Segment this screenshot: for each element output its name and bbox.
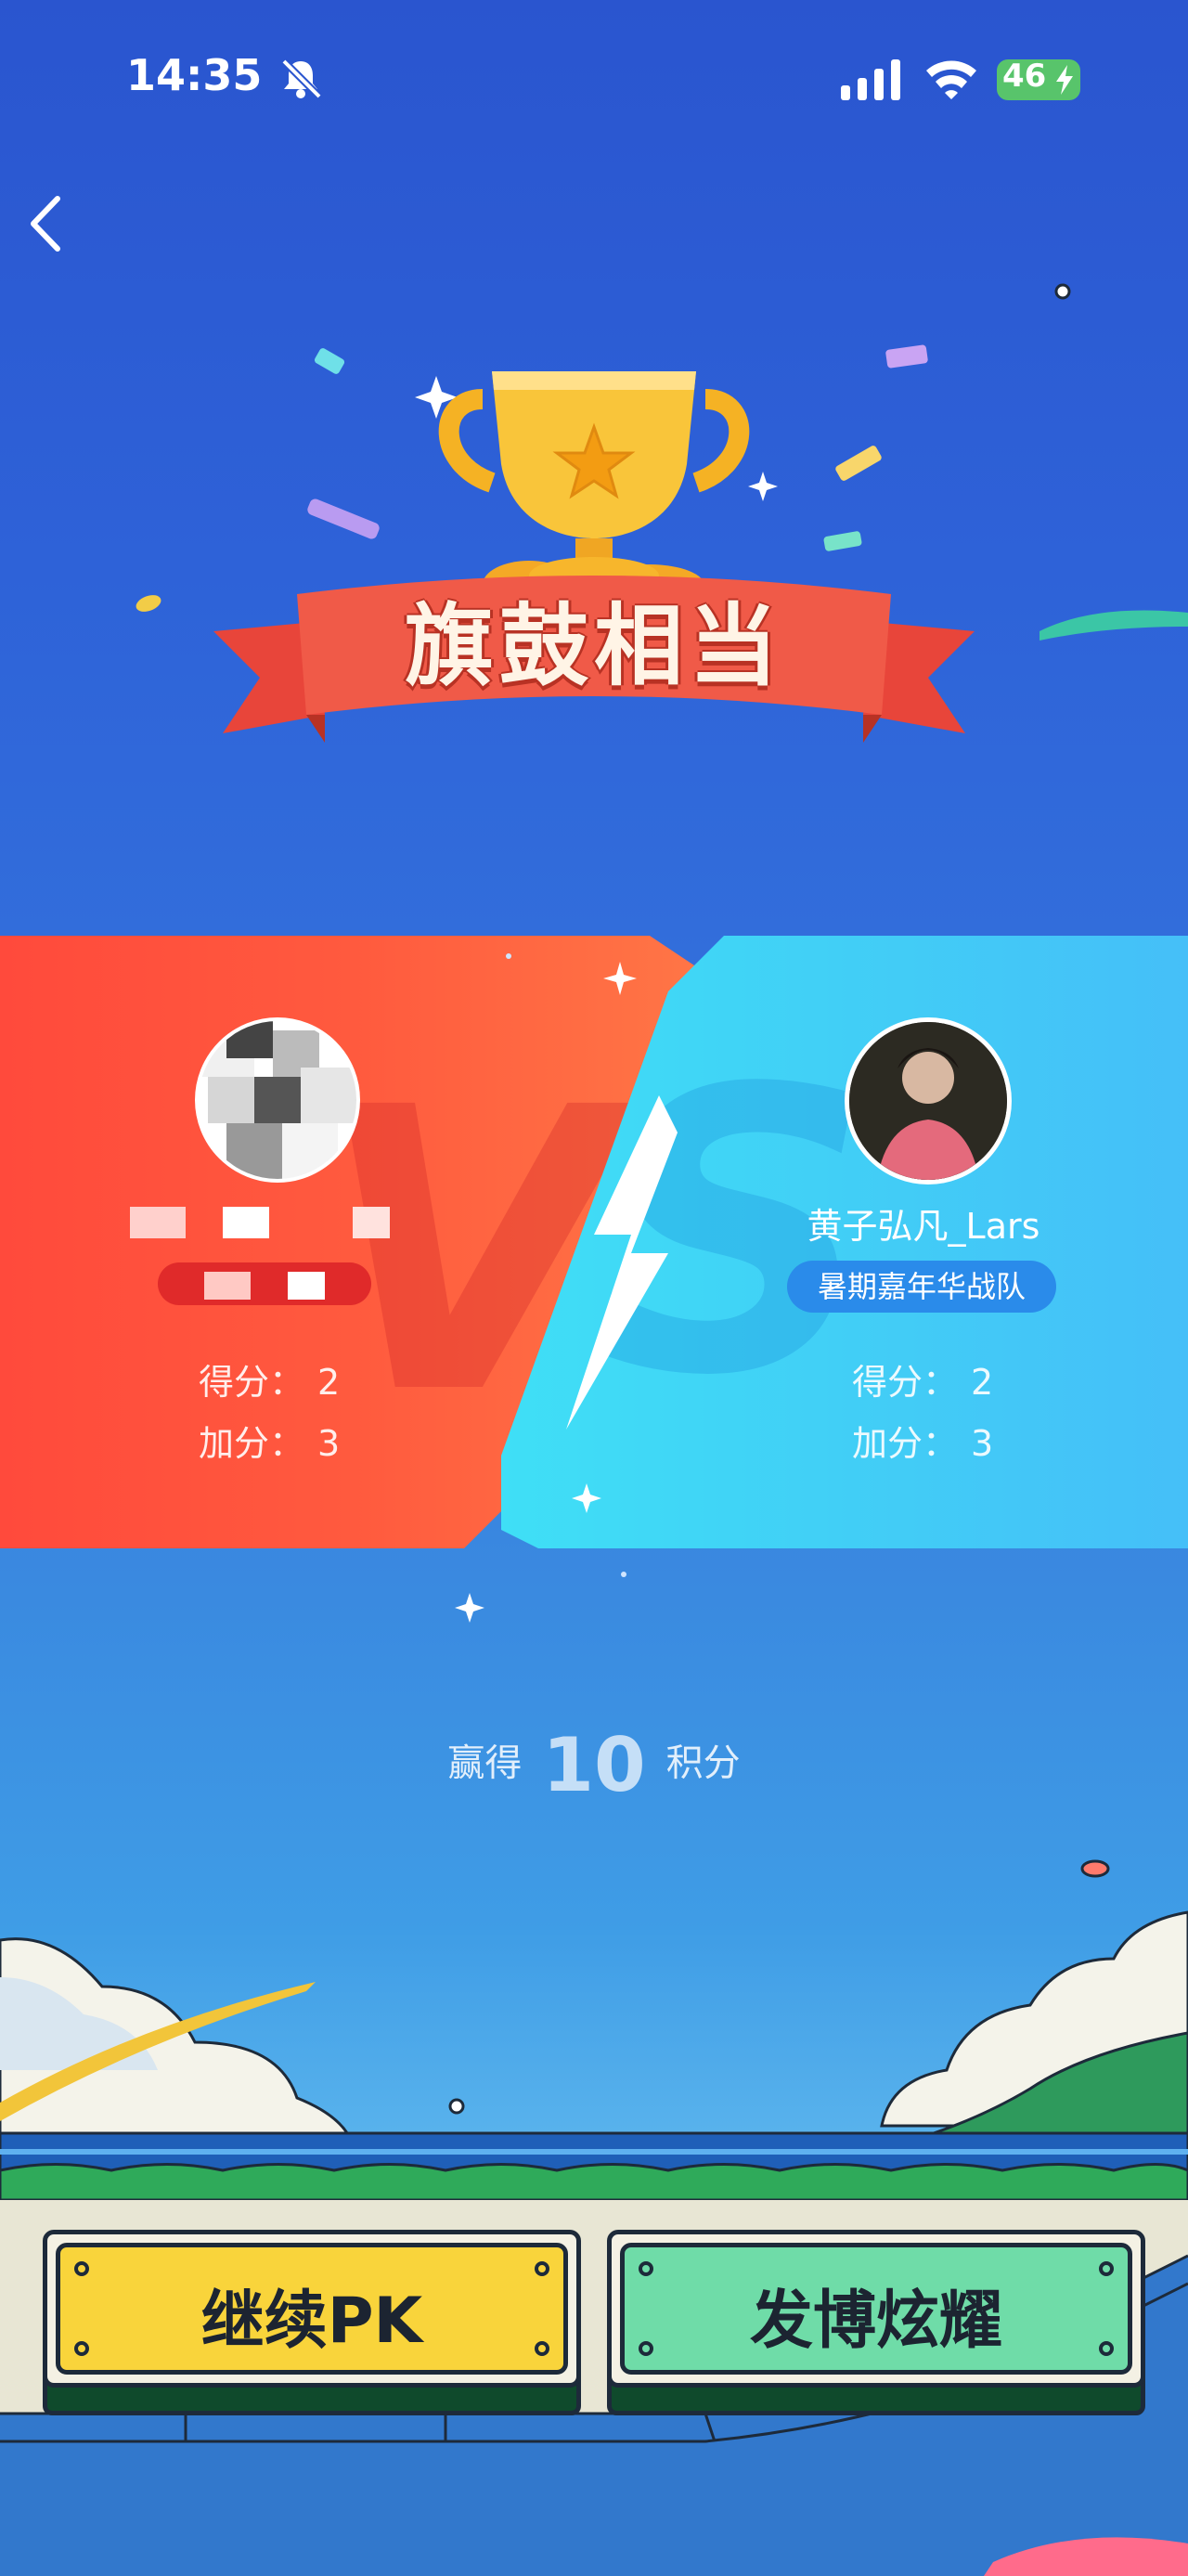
result-title: 旗鼓相当 <box>405 594 783 698</box>
share-weibo-label: 发博炫耀 <box>749 2285 1002 2358</box>
bell-off-icon <box>281 58 322 99</box>
reward-points: 10 <box>542 1722 646 1808</box>
battery-level: 46 <box>1002 58 1047 95</box>
reward-text: 赢得 10 积分 <box>408 1722 780 1808</box>
share-weibo-button[interactable]: 发博炫耀 <box>607 2230 1145 2415</box>
continue-pk-label: 继续PK <box>200 2285 423 2358</box>
wifi-icon <box>926 60 976 99</box>
continue-pk-button[interactable]: 继续PK <box>43 2230 581 2415</box>
pk-result-screen: 14:35 46 旗鼓相当 V 得分： 2 加分： 3 S 黄子弘凡_Lars … <box>0 0 1188 2576</box>
reward-prefix: 赢得 <box>447 1741 523 1785</box>
sparkle-decoration <box>455 953 637 1623</box>
charging-bolt-icon <box>1056 65 1073 95</box>
scenery-illustration <box>0 1859 1188 2576</box>
status-time: 14:35 <box>126 50 263 100</box>
reward-suffix: 积分 <box>665 1741 741 1785</box>
back-chevron-icon[interactable] <box>24 193 69 254</box>
signal-icon <box>841 59 900 100</box>
